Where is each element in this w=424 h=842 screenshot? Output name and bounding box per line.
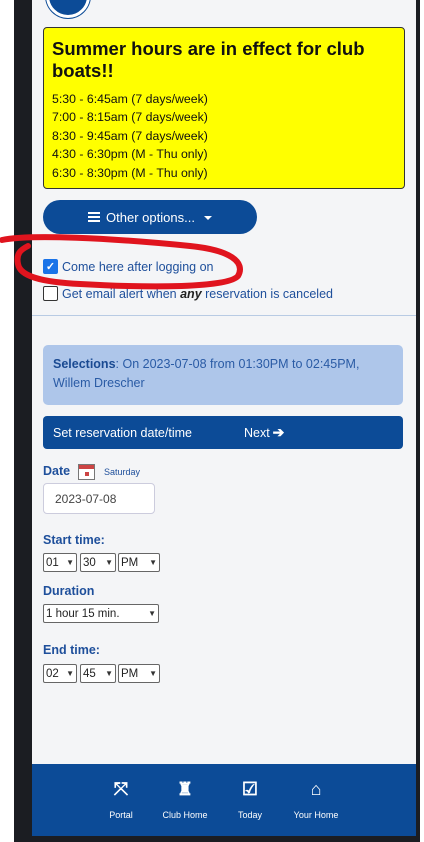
duration-label: Duration [43,584,95,598]
app-logo-icon [46,0,90,18]
app-panel: Summer hours are in effect for club boat… [32,0,416,836]
date-input[interactable]: 2023-07-08 [43,483,155,514]
start-ampm-select[interactable]: PM ▼ [118,553,160,572]
email-alert-checkbox[interactable] [43,286,58,301]
home-icon: ⌂ [310,779,322,799]
selection-label: Selections [53,357,116,371]
nav-your-home-label: Your Home [293,810,339,820]
weekday-label: Saturday [104,467,141,477]
nav-portal-label: Portal [109,810,133,820]
chevron-down-icon: ▼ [105,558,113,567]
notice-hours-line: 8:30 - 9:45am (7 days/week) [52,128,208,143]
nav-today-label: Today [237,810,263,820]
notice-hours-line: 4:30 - 6:30pm (M - Thu only) [52,147,208,162]
nav-club-home-label: Club Home [162,810,208,820]
chevron-down-icon: ▼ [105,669,113,678]
calendar-check-icon: ☑ [241,779,259,799]
email-alert-label: Get email alert when any reservation is … [62,286,333,301]
chevron-down-icon: ▼ [66,669,74,678]
reservation-date-bar: Set reservation date/time Next ➔ [43,416,403,449]
nav-your-home[interactable]: ⌂ Your Home [281,778,351,820]
expand-arrows-icon: ⤧ [113,779,129,799]
caret-down-icon [203,216,212,220]
other-options-button[interactable]: Other options... [43,200,257,234]
section-divider [32,315,416,316]
start-time-label: Start time: [43,533,105,547]
date-label: Date [43,464,71,478]
menu-icon [88,212,101,222]
duration-select[interactable]: 1 hour 15 min. ▼ [43,604,159,623]
chevron-down-icon: ▼ [66,558,74,567]
start-hour-select[interactable]: 01 ▼ [43,553,77,572]
end-time-label: End time: [43,643,100,657]
other-options-label: Other options... [106,209,195,225]
end-ampm-select[interactable]: PM ▼ [118,664,160,683]
arrow-right-icon: ➔ [272,424,285,440]
nav-portal[interactable]: ⤧ Portal [86,778,156,820]
chevron-down-icon: ▼ [149,558,157,567]
nav-club-home[interactable]: ♜ Club Home [150,778,220,820]
come-here-label: Come here after logging on [62,259,214,274]
notice-hours-line: 5:30 - 6:45am (7 days/week) [52,92,208,106]
next-label: Next [243,425,270,440]
chevron-down-icon: ▼ [148,609,156,618]
notice-title: Summer hours are in effect for club boat… [52,38,365,81]
chevron-down-icon: ▼ [149,669,157,678]
calendar-icon[interactable] [78,464,95,480]
end-minute-select[interactable]: 45 ▼ [80,664,116,683]
bottom-nav: ⤧ Portal ♜ Club Home ☑ Today ⌂ Your Home [32,764,416,836]
summer-hours-notice: Summer hours are in effect for club boat… [43,27,405,189]
next-button[interactable]: Next ➔ [244,424,284,441]
come-here-checkbox-row[interactable]: ✓ Come here after logging on [43,259,213,274]
start-minute-select[interactable]: 30 ▼ [80,553,116,572]
date-bar-label: Set reservation date/time [53,425,192,440]
end-hour-select[interactable]: 02 ▼ [43,664,77,683]
notice-hours-line: 6:30 - 8:30pm (M - Thu only) [52,165,208,180]
notice-hours-line: 7:00 - 8:15am (7 days/week) [52,110,208,125]
nav-today[interactable]: ☑ Today [215,778,285,820]
come-here-checkbox[interactable]: ✓ [43,259,58,274]
castle-icon: ♜ [176,779,194,799]
selection-summary: Selections: On 2023-07-08 from 01:30PM t… [43,345,403,405]
email-alert-checkbox-row[interactable]: Get email alert when any reservation is … [43,286,333,301]
